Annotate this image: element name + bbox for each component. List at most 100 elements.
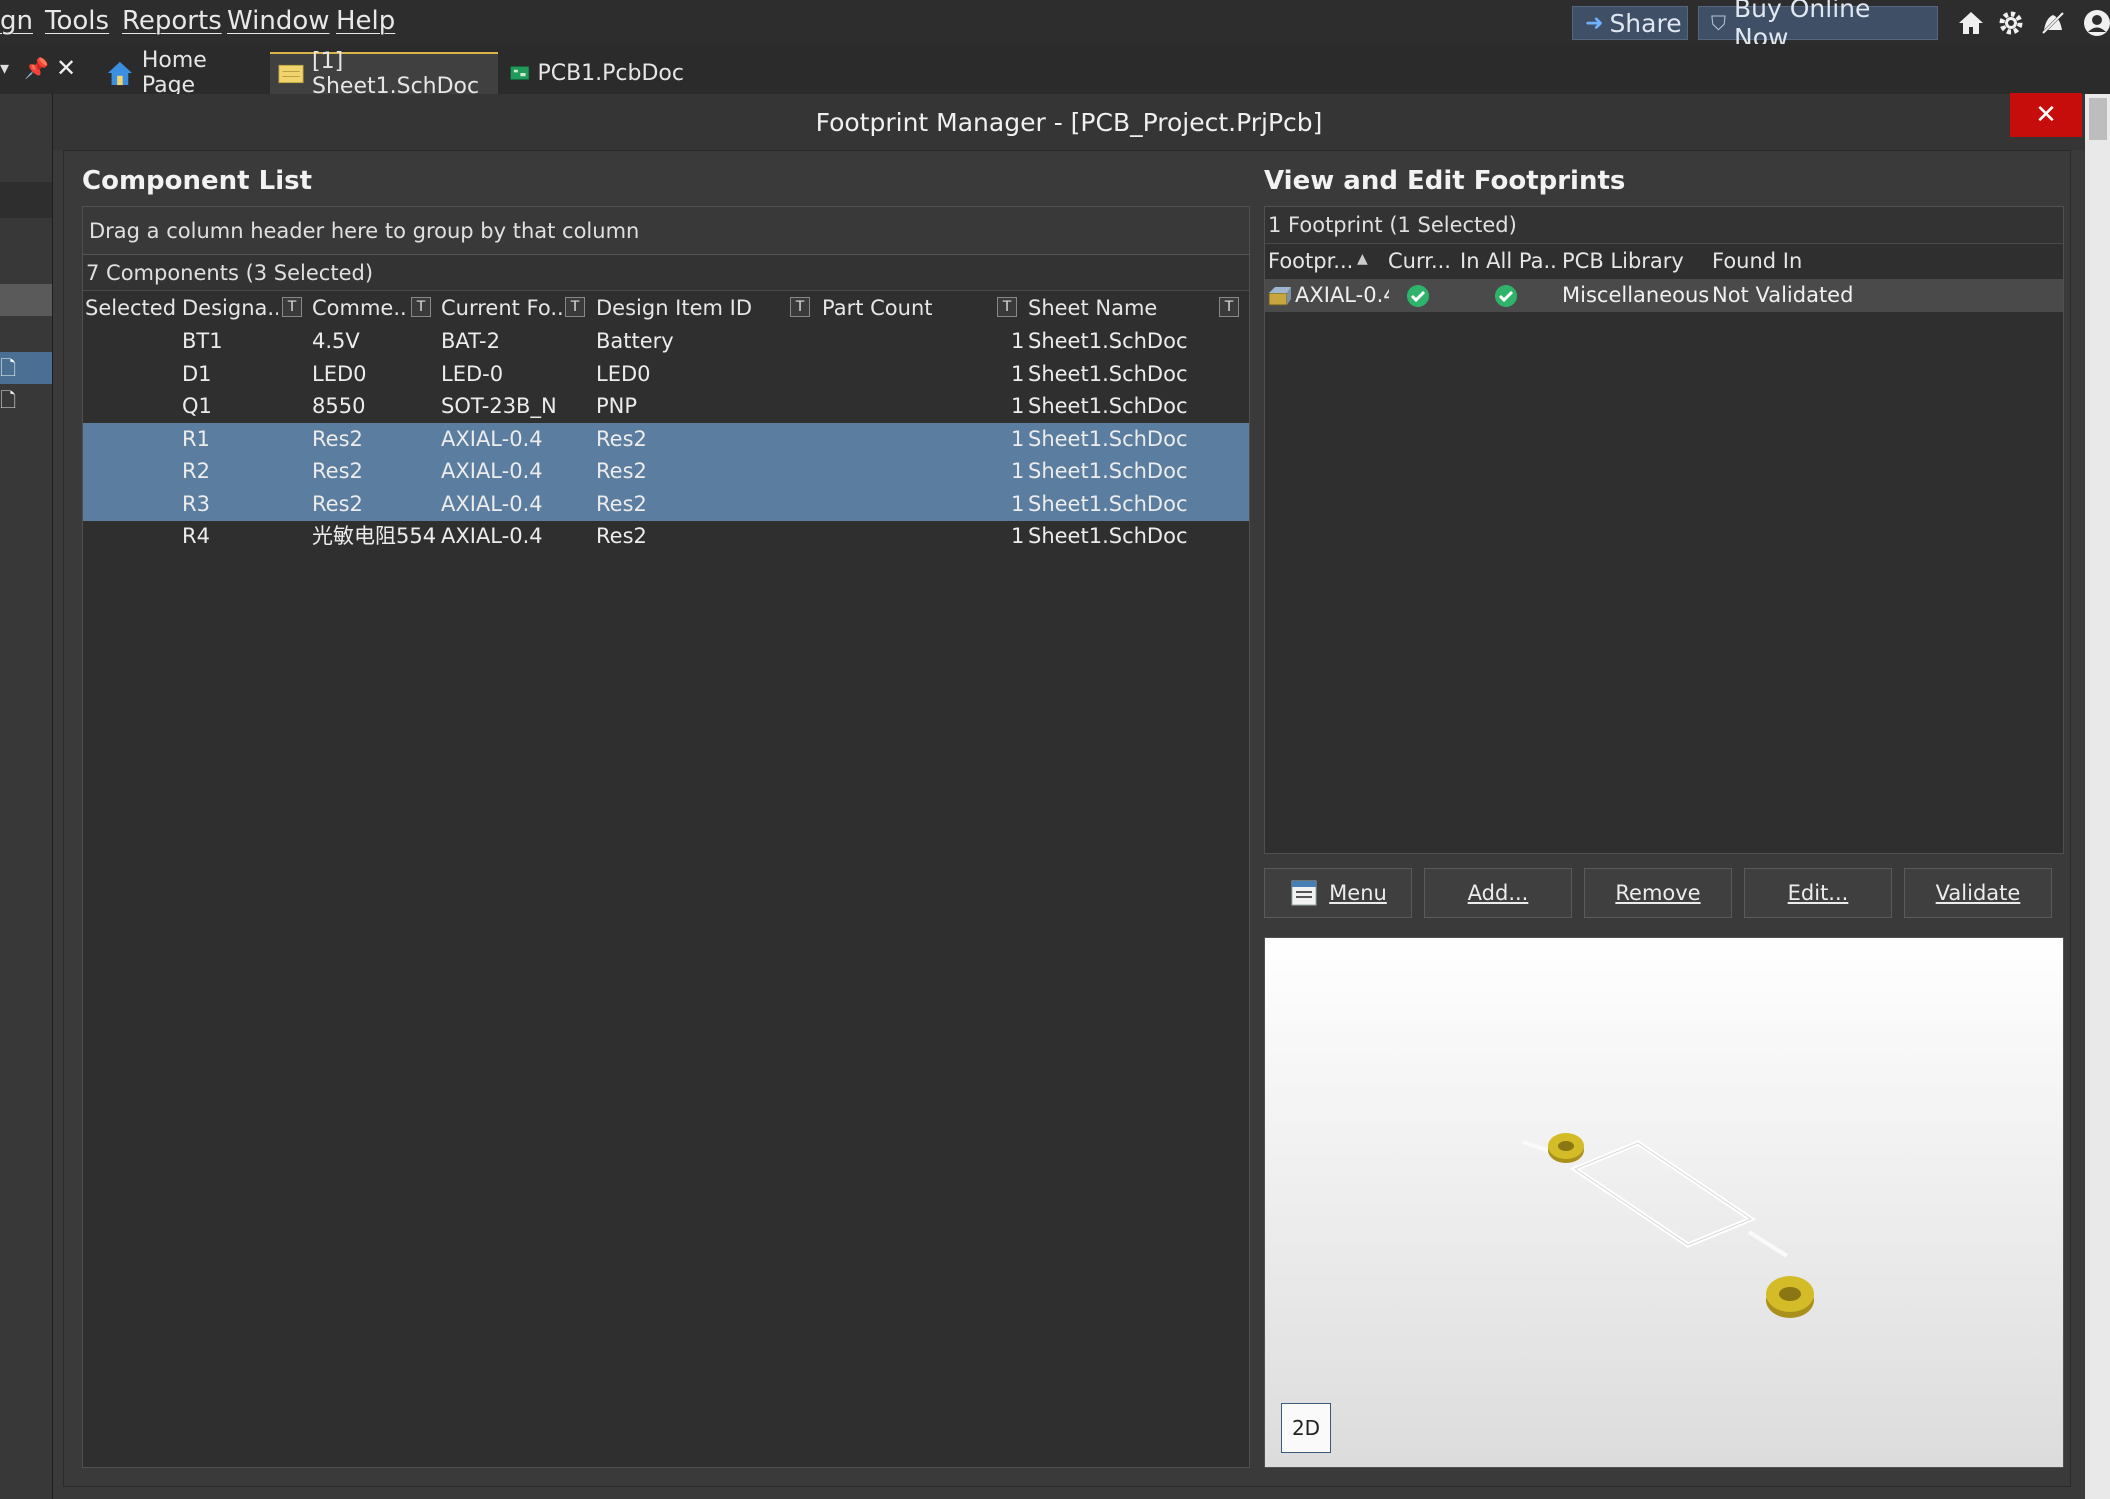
home-icon[interactable]	[1956, 8, 1986, 38]
column-header-selected[interactable]: Selected	[85, 291, 177, 325]
menu-design[interactable]: gn	[0, 6, 33, 36]
cell-current-footprint: AXIAL-0.4	[441, 524, 543, 548]
cell-current-footprint: AXIAL-0.4	[441, 491, 543, 516]
cell-part-count: 1	[1011, 491, 1025, 516]
column-header-sheet-name[interactable]: Sheet Name	[1028, 291, 1218, 325]
cell-design-item-id: Res2	[596, 426, 647, 451]
document-icon: 🗋	[0, 388, 17, 412]
group-by-hint: Drag a column header here to group by th…	[83, 207, 1249, 255]
table-row[interactable]: D1 LED0 LED-0 LED0 1 Sheet1.SchDoc	[83, 358, 1249, 391]
cell-part-count: 1	[1011, 524, 1025, 548]
column-header-comment[interactable]: Comme...	[312, 291, 408, 325]
footprint-model-icon	[1268, 287, 1291, 306]
cell-current-footprint: AXIAL-0.4	[441, 459, 543, 483]
menu-button-label: Menu	[1329, 881, 1387, 905]
pcb-doc-icon	[510, 66, 530, 80]
cell-sheet-name: Sheet1.SchDoc	[1028, 524, 1188, 548]
close-icon: ✕	[2035, 100, 2057, 130]
document-icon: 🗋	[0, 356, 17, 380]
share-button[interactable]: ➜ Share	[1572, 6, 1688, 40]
cell-sheet-name: Sheet1.SchDoc	[1028, 394, 1188, 418]
table-row[interactable]: R2 Res2 AXIAL-0.4 Res2 1 Sheet1.SchDoc	[83, 455, 1249, 488]
table-row[interactable]: R4 光敏电阻554 AXIAL-0.4 Res2 1 Sheet1.SchDoc	[83, 520, 1249, 553]
table-row[interactable]: R3 Res2 AXIAL-0.4 Res2 1 Sheet1.SchDoc	[83, 487, 1249, 521]
tab-home-page[interactable]: Home Page	[98, 48, 266, 98]
cell-design-item-id: Res2	[596, 491, 647, 516]
menu-window[interactable]: Window	[227, 6, 330, 36]
close-button[interactable]: ✕	[2010, 93, 2082, 137]
scrollbar-thumb[interactable]	[2089, 98, 2107, 140]
column-header-design-item-id[interactable]: Design Item ID	[596, 291, 786, 325]
table-row[interactable]: BT1 4.5V BAT-2 Battery 1 Sheet1.SchDoc	[83, 325, 1249, 358]
column-header-in-all-parts[interactable]: In All Pa...	[1460, 244, 1558, 278]
project-file-row[interactable]: 🗋	[0, 384, 52, 416]
project-file-row-selected[interactable]: 🗋	[0, 352, 52, 384]
shield-icon: ⛉	[1711, 11, 1726, 35]
tab-pcb1-pcbdoc[interactable]: PCB1.PcbDoc	[502, 52, 692, 94]
buy-online-button[interactable]: ⛉ Buy Online Now	[1698, 0, 1938, 52]
cell-designator: R1	[182, 426, 210, 451]
menu-button[interactable]: Menu	[1264, 868, 1412, 918]
filter-icon[interactable]: T	[997, 297, 1017, 317]
edit-button-label: Edit...	[1787, 881, 1849, 905]
gear-icon[interactable]	[1996, 8, 2026, 38]
cell-comment: LED0	[312, 361, 367, 386]
menu-reports[interactable]: Reports	[122, 6, 222, 36]
filter-icon[interactable]: T	[1219, 297, 1239, 317]
edit-button[interactable]: Edit...	[1744, 868, 1892, 918]
cell-design-item-id: Res2	[596, 459, 647, 483]
cell-part-count: 1	[1011, 394, 1025, 418]
column-header-footprint[interactable]: Footpr...	[1268, 244, 1352, 278]
view-2d-button[interactable]: 2D	[1281, 1403, 1331, 1453]
footprint-3d-preview[interactable]	[1264, 937, 2064, 1468]
filter-icon[interactable]: T	[790, 297, 810, 317]
pad-1	[1548, 1133, 1584, 1163]
cell-part-count: 1	[1011, 426, 1025, 451]
footprint-count: 1 Footprint (1 Selected)	[1265, 207, 2063, 244]
column-header-pcb-library[interactable]: PCB Library	[1562, 244, 1707, 278]
cell-part-count: 1	[1011, 459, 1025, 483]
validate-button[interactable]: Validate	[1904, 868, 2052, 918]
cell-designator: R4	[182, 524, 210, 548]
cell-current-footprint: BAT-2	[441, 329, 500, 353]
component-grid: Drag a column header here to group by th…	[82, 206, 1250, 1468]
column-header-part-count[interactable]: Part Count	[822, 291, 1002, 325]
column-header-found-in[interactable]: Found In	[1712, 244, 1862, 278]
pin-icon[interactable]: 📌	[24, 56, 49, 80]
cell-current-footprint: SOT-23B_N	[441, 394, 557, 418]
footprint-name: AXIAL-0.4	[1295, 283, 1389, 307]
background-canvas-strip	[2085, 94, 2110, 1499]
filter-icon[interactable]: T	[411, 297, 431, 317]
cell-designator: BT1	[182, 329, 223, 353]
axial-footprint-model	[1522, 1133, 1814, 1318]
menu-help[interactable]: Help	[336, 6, 395, 36]
column-header-current-footprint[interactable]: Current Fo...	[441, 291, 563, 325]
share-label: Share	[1609, 8, 1682, 38]
remove-button[interactable]: Remove	[1584, 868, 1732, 918]
filter-icon[interactable]: T	[565, 297, 585, 317]
table-row[interactable]: Q1 8550 SOT-23B_N PNP 1 Sheet1.SchDoc	[83, 390, 1249, 423]
footprint-row[interactable]: AXIAL-0.4 Miscellaneous [ Not Validated	[1265, 279, 2063, 312]
notifications-off-icon[interactable]	[2038, 8, 2068, 38]
tab-sheet1-schdoc[interactable]: [1] Sheet1.SchDoc	[270, 49, 498, 99]
add-button[interactable]: Add...	[1424, 868, 1572, 918]
cell-current-footprint: AXIAL-0.4	[441, 426, 543, 451]
filter-icon[interactable]: T	[282, 297, 302, 317]
cell-comment: Res2	[312, 426, 363, 451]
remove-button-label: Remove	[1615, 881, 1701, 905]
cell-sheet-name: Sheet1.SchDoc	[1028, 426, 1188, 451]
cell-design-item-id: Battery	[596, 329, 674, 353]
table-row[interactable]: R1 Res2 AXIAL-0.4 Res2 1 Sheet1.SchDoc	[83, 422, 1249, 456]
schematic-doc-icon	[278, 64, 304, 84]
column-header-designator[interactable]: Designa...	[182, 291, 278, 325]
cell-designator: D1	[182, 361, 212, 386]
close-panel-icon[interactable]: ✕	[56, 54, 76, 82]
panel-menu-icon[interactable]: ▾	[0, 58, 9, 79]
cell-comment: 8550	[312, 394, 366, 418]
user-account-icon[interactable]	[2082, 8, 2110, 38]
menu-tools[interactable]: Tools	[45, 6, 109, 36]
cell-designator: R2	[182, 459, 210, 483]
column-header-current[interactable]: Curr...	[1388, 244, 1450, 278]
component-list-title: Component List	[82, 166, 313, 196]
menu-list-icon	[1291, 880, 1317, 906]
